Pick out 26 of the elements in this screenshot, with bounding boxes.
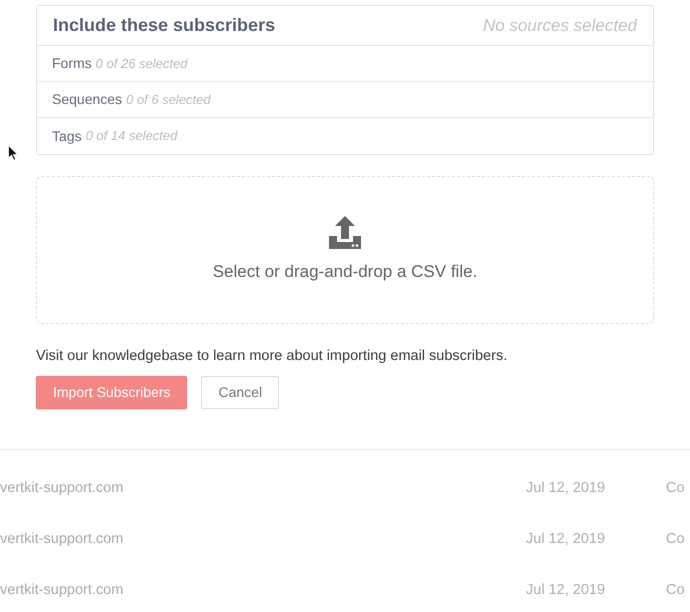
row-label: Forms xyxy=(52,54,92,73)
table-cell-text: Co xyxy=(666,479,685,498)
table-cell-text: Co xyxy=(666,581,685,600)
row-label: Tags xyxy=(52,126,82,146)
table-cell-text: Co xyxy=(666,530,685,550)
table-cell-text: Jul 12, 2019 xyxy=(526,581,606,600)
cursor-icon xyxy=(8,145,19,161)
table-cell-text: vertkit-support.com xyxy=(0,479,124,498)
row-label: Sequences xyxy=(52,90,122,109)
selection-count: 0 of 26 selected xyxy=(96,54,188,73)
help-text: Visit our knowledgebase to learn more about importing email subscribers. xyxy=(36,347,508,366)
selection-count: 0 of 6 selected xyxy=(126,90,211,109)
upload-prompt: Select or drag-and-drop a CSV file. xyxy=(212,260,478,283)
drop-zone[interactable]: Select or drag-and-drop a CSV file. xyxy=(36,176,654,324)
source-row[interactable]: Sequences 0 of 6 selected xyxy=(37,82,653,118)
source-row[interactable]: Forms 0 of 26 selected xyxy=(37,46,653,82)
table-cell-text: Jul 12, 2019 xyxy=(526,479,606,498)
table-cell-text: vertkit-support.com xyxy=(0,530,124,550)
source-row[interactable]: Tags 0 of 14 selected xyxy=(37,118,653,154)
table-cell-text: Jul 12, 2019 xyxy=(526,530,606,550)
cancel-button[interactable]: Cancel xyxy=(201,376,280,409)
upload-icon xyxy=(329,216,361,249)
table-cell-text: vertkit-support.com xyxy=(0,581,124,600)
selection-count: 0 of 14 selected xyxy=(86,127,178,146)
panel-title: Include these subscribers xyxy=(53,14,276,37)
status-text: No sources selected xyxy=(482,14,637,37)
